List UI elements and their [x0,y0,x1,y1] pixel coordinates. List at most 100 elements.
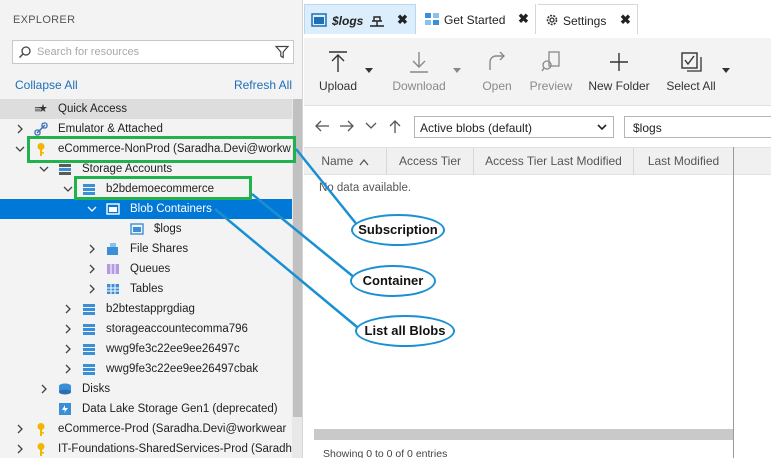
tab-label: Get Started [444,13,506,27]
explorer-pane: EXPLORER Collapse All Refresh All ≡ Quic… [0,0,303,458]
close-icon[interactable]: ✖ [518,11,529,27]
chevron-right-icon[interactable] [62,362,74,376]
list-blobs-callout: List all Blobs [355,315,455,347]
file-shares-icon [107,243,118,255]
tree-item-subscription-shared[interactable]: IT-Foundations-SharedServices-Prod (Sara… [0,439,292,458]
tree-item-data-lake[interactable]: Data Lake Storage Gen1 (deprecated) [0,399,292,419]
up-arrow-icon[interactable] [387,119,403,133]
column-header-last-modified[interactable]: Last Modified [634,148,734,175]
column-label: Access Tier [398,154,461,168]
container-icon [130,223,144,235]
open-label: Open [482,79,512,93]
tree-item-account-wwg9fe3c22ee9ee26497c[interactable]: wwg9fe3c22ee9ee26497c [0,339,292,359]
open-button[interactable]: Open [476,38,518,106]
tree-item-logs-container[interactable]: $logs [0,219,292,239]
chevron-right-icon[interactable] [86,262,98,276]
queues-icon [107,264,119,274]
tree-label: Quick Access [58,103,128,115]
tree-label: Queues [130,263,171,275]
search-box [12,40,294,64]
chevron-right-icon[interactable] [14,422,26,436]
tree-item-quick-access[interactable]: ≡ Quick Access [0,99,292,119]
column-header-name[interactable]: Name [304,148,387,175]
chevron-right-icon[interactable] [38,382,50,396]
download-label: Download [392,79,446,93]
close-icon[interactable]: ✖ [397,12,408,28]
chevron-down-icon[interactable] [453,68,461,74]
tree-item-account-storageaccountecomma796[interactable]: storageaccountecomma796 [0,319,292,339]
chevron-right-icon[interactable] [86,282,98,296]
filter-icon[interactable] [275,45,289,59]
chevron-down-icon[interactable] [38,162,50,176]
tab-bar: $logs ✖ Get Started ✖ Settings ✖ [304,0,771,38]
chevron-right-icon[interactable] [14,442,26,456]
chevron-down-icon[interactable] [722,68,730,74]
column-header-access-tier-last-modified[interactable]: Access Tier Last Modified [474,148,634,175]
preview-label: Preview [529,79,573,93]
tree-label: Data Lake Storage Gen1 (deprecated) [82,403,278,415]
chevron-down-icon[interactable] [363,119,379,133]
new-folder-button[interactable]: New Folder [585,38,653,106]
refresh-all-link[interactable]: Refresh All [234,78,292,92]
chevron-down-icon[interactable] [365,68,373,74]
pin-icon[interactable] [369,13,385,27]
chevron-right-icon[interactable] [62,342,74,356]
tab-settings[interactable]: Settings ✖ [538,4,638,34]
tree-item-account-b2btestapprgdiag[interactable]: b2btestapprgdiag [0,299,292,319]
sort-ascending-icon [359,158,369,166]
upload-label: Upload [318,79,358,93]
chevron-right-icon[interactable] [14,122,26,136]
blob-view-select[interactable]: Active blobs (default) [414,116,614,138]
tab-label: $logs [332,14,364,28]
blob-containers-icon [106,203,120,215]
tab-logs[interactable]: $logs ✖ [304,4,416,34]
tree-item-disks[interactable]: Disks [0,379,292,399]
forward-arrow-icon[interactable] [339,119,355,133]
tree-item-account-wwg9fe3c22ee9ee26497cbak[interactable]: wwg9fe3c22ee9ee26497cbak [0,359,292,379]
select-all-icon [681,52,702,72]
upload-button[interactable]: Upload [314,38,362,106]
preview-button[interactable]: Preview [524,38,578,106]
blob-view-value: Active blobs (default) [420,121,533,135]
column-header-access-tier[interactable]: Access Tier [387,148,474,175]
download-button[interactable]: Download [388,38,450,106]
tab-get-started[interactable]: Get Started ✖ [418,4,536,34]
storage-account-icon [83,364,95,375]
collapse-all-link[interactable]: Collapse All [15,78,78,92]
chevron-down-icon[interactable] [14,142,26,156]
gear-icon [546,14,558,26]
container-callout: Container [350,265,436,297]
address-bar: Active blobs (default) $logs [304,107,771,145]
chevron-right-icon[interactable] [62,302,74,316]
chevron-right-icon[interactable] [86,242,98,256]
tree-label: b2btestapprgdiag [106,303,195,315]
tree-label: Blob Containers [130,203,212,215]
status-text: Showing 0 to 0 of 0 entries [323,448,448,458]
chevron-down-icon[interactable] [86,202,98,216]
chevron-right-icon[interactable] [62,322,74,336]
storage-accounts-icon [59,164,71,175]
get-started-icon [425,13,439,25]
upload-icon [329,51,347,72]
path-input[interactable]: $logs [624,116,771,138]
tree-item-queues[interactable]: Queues [0,259,292,279]
close-icon[interactable]: ✖ [620,12,631,28]
subscription-highlight [27,136,296,163]
chevron-down-icon[interactable] [62,182,74,196]
tree-label: Emulator & Attached [58,123,163,135]
column-label: Access Tier Last Modified [485,154,622,168]
open-icon [489,51,505,70]
grid-body [304,175,734,430]
search-input[interactable] [37,43,267,61]
tables-icon [107,284,119,294]
tree-item-tables[interactable]: Tables [0,279,292,299]
select-all-button[interactable]: Select All [662,38,720,106]
grid-header: Name Access Tier Access Tier Last Modifi… [304,147,771,175]
horizontal-scrollbar[interactable] [314,429,734,440]
account-highlight [74,176,252,200]
tree-item-blob-containers[interactable]: Blob Containers [0,199,292,219]
tree-item-file-shares[interactable]: File Shares [0,239,292,259]
tree-label: wwg9fe3c22ee9ee26497c [106,343,240,355]
back-arrow-icon[interactable] [314,119,330,133]
tree-item-subscription-prod[interactable]: eCommerce-Prod (Saradha.Devi@workwear [0,419,292,439]
